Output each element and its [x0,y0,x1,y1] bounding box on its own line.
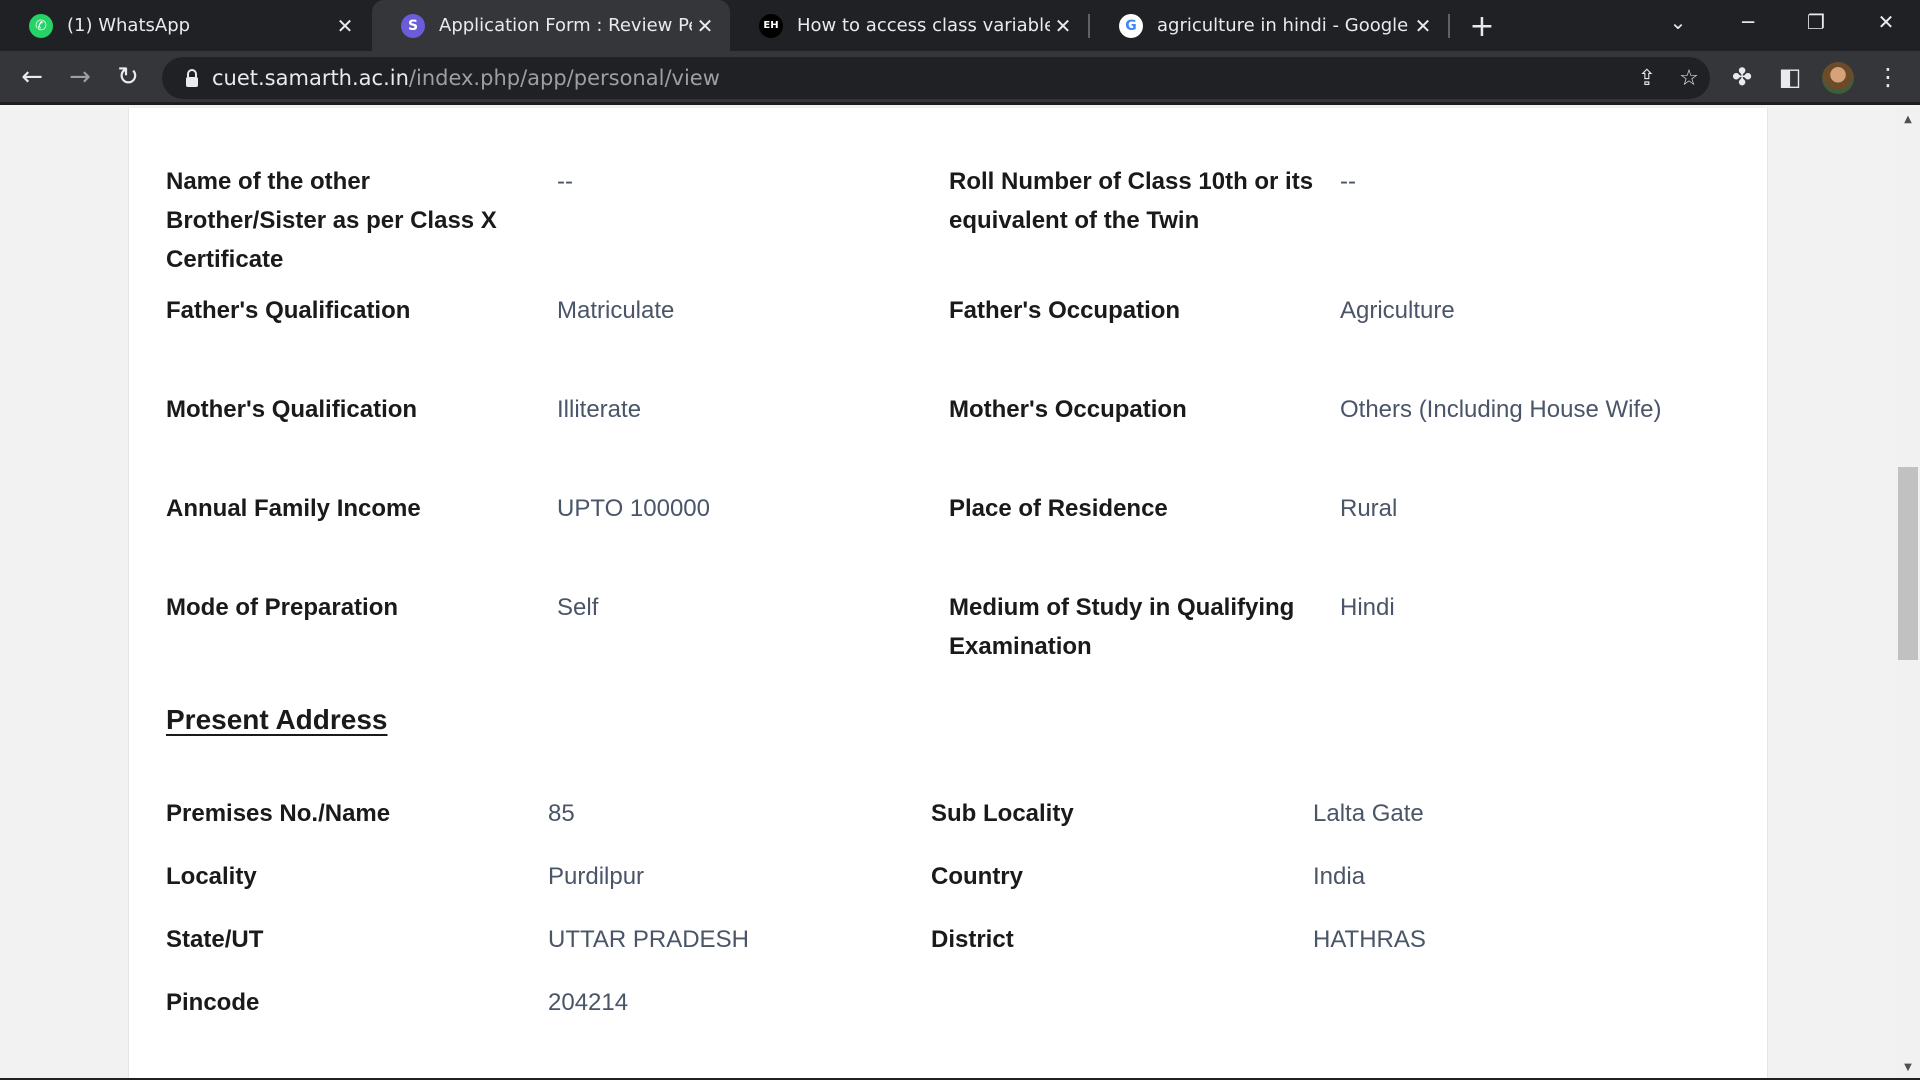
pincode-label: Pincode [166,989,260,1016]
eh-icon: EH [759,13,783,38]
tab-whatsapp[interactable]: ✆ (1) WhatsApp ✕ [0,0,370,51]
close-tab-icon[interactable]: ✕ [332,13,358,39]
reload-icon[interactable]: ↻ [110,59,146,95]
tab-class-variable[interactable]: EH How to access class variable in Pytho… [730,0,1088,51]
tab-application-form[interactable]: S Application Form : Review Personal ✕ [372,0,730,51]
locality-value: Purdilpur [548,863,645,890]
share-icon[interactable]: ⇪ [1632,63,1662,93]
url-host: cuet.samarth.ac.in [212,66,409,90]
father-qualification-value: Matriculate [557,297,675,324]
twin-roll-number-label: Roll Number of Class 10th or its equival… [949,168,1314,234]
state-value: UTTAR PRADESH [548,926,749,953]
state-label: State/UT [166,926,264,953]
father-occupation-value: Agriculture [1340,297,1455,324]
side-panel-icon[interactable]: ◧ [1772,59,1808,95]
scroll-thumb[interactable] [1898,467,1918,660]
mother-qualification-value: Illiterate [557,396,642,423]
page-viewport: Name of the other Brother/Sister as per … [0,108,1896,1078]
close-tab-icon[interactable]: ✕ [1050,13,1076,39]
annual-income-label: Annual Family Income [166,495,421,522]
back-arrow-icon[interactable]: ← [14,59,50,95]
samarth-icon: S [401,13,425,38]
place-of-residence-value: Rural [1340,495,1398,522]
annual-income-value: UPTO 100000 [557,495,710,522]
premises-label: Premises No./Name [166,800,391,827]
profile-avatar[interactable] [1822,62,1854,94]
sub-locality-label: Sub Locality [931,800,1074,827]
whatsapp-icon: ✆ [29,13,53,38]
forward-arrow-icon[interactable]: → [62,59,98,95]
url-path: /index.php/app/personal/view [408,66,720,90]
tab-title: How to access class variable in Python [797,15,1050,36]
premises-value: 85 [548,800,575,827]
district-value: HATHRAS [1313,926,1426,953]
pincode-value: 204214 [548,989,629,1016]
google-icon: G [1119,13,1143,38]
district-label: District [931,926,1014,953]
menu-kebab-icon[interactable]: ⋮ [1870,59,1906,95]
close-tab-icon[interactable]: ✕ [1410,13,1436,39]
page-scrollbar[interactable]: ▲ ▼ [1896,108,1920,1078]
scroll-down-arrow-icon[interactable]: ▼ [1896,1058,1920,1076]
father-qualification-label: Father's Qualification [166,297,411,324]
tab-separator [1448,14,1450,38]
mother-qualification-label: Mother's Qualification [166,396,418,423]
present-address-heading: Present Address [166,704,388,735]
mother-occupation-value: Others (Including House Wife) [1340,396,1662,423]
tab-title: (1) WhatsApp [67,15,191,36]
country-value: India [1313,863,1366,890]
address-bar[interactable]: cuet.samarth.ac.in/index.php/app/persona… [162,57,1710,99]
minimize-icon[interactable]: ─ [1718,0,1778,44]
sibling-name-value: -- [557,168,573,195]
tab-title: agriculture in hindi - Google Search [1157,15,1410,36]
tab-strip: ✆ (1) WhatsApp ✕ S Application Form : Re… [0,0,1920,51]
medium-of-study-label: Medium of Study in Qualifying Examinatio… [949,594,1295,660]
close-tab-icon[interactable]: ✕ [692,13,718,39]
tab-title: Application Form : Review Personal [439,15,692,36]
browser-toolbar: ← → ↻ cuet.samarth.ac.in/index.php/app/p… [0,51,1920,105]
tab-google-search[interactable]: G agriculture in hindi - Google Search ✕ [1090,0,1448,51]
locality-label: Locality [166,863,257,890]
twin-roll-number-value: -- [1340,168,1356,195]
restore-icon[interactable]: ❐ [1786,0,1846,44]
scroll-up-arrow-icon[interactable]: ▲ [1896,110,1920,128]
sub-locality-value: Lalta Gate [1313,800,1424,827]
url-text[interactable]: cuet.samarth.ac.in/index.php/app/persona… [212,66,720,90]
close-window-icon[interactable]: ✕ [1856,0,1916,44]
tab-search-chevron-icon[interactable]: ⌄ [1648,0,1708,44]
bookmark-star-icon[interactable]: ☆ [1674,63,1704,93]
sibling-name-label: Name of the other Brother/Sister as per … [166,168,497,273]
lock-icon[interactable] [184,69,200,87]
extensions-puzzle-icon[interactable]: ✤ [1724,59,1760,95]
application-form-card: Name of the other Brother/Sister as per … [128,108,1768,1078]
country-label: Country [931,863,1023,890]
medium-of-study-value: Hindi [1340,594,1395,621]
mother-occupation-label: Mother's Occupation [949,396,1187,423]
place-of-residence-label: Place of Residence [949,495,1168,522]
mode-of-preparation-value: Self [557,594,599,621]
mode-of-preparation-label: Mode of Preparation [166,594,399,621]
new-tab-icon[interactable]: + [1466,9,1498,44]
father-occupation-label: Father's Occupation [949,297,1181,324]
